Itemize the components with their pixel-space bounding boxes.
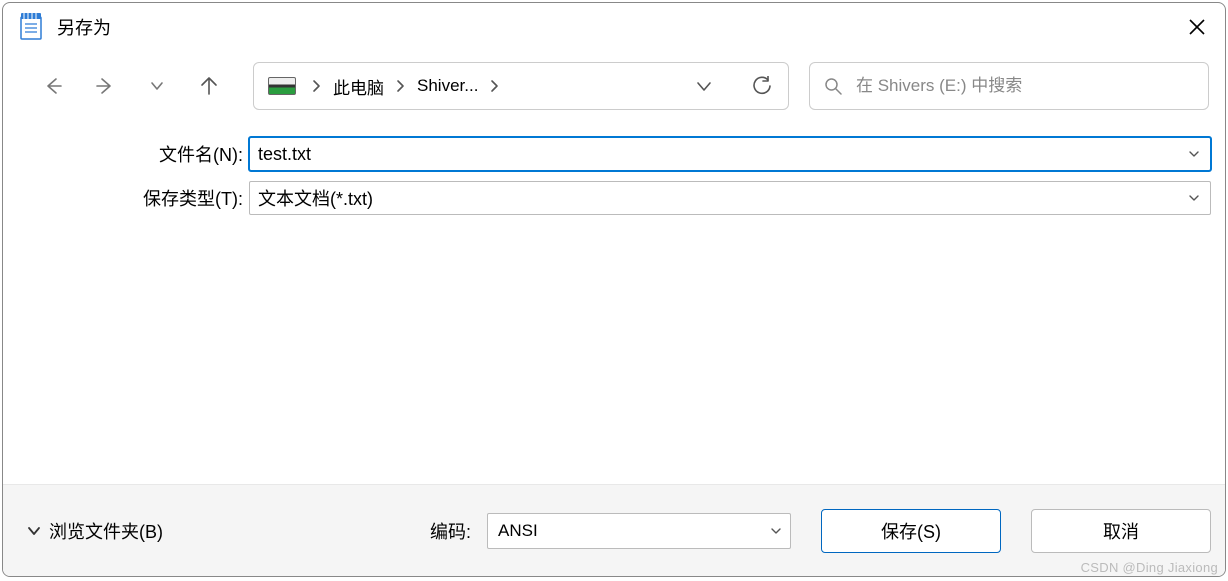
chevron-down-icon [770, 525, 782, 537]
arrow-right-icon [95, 76, 115, 96]
forward-button[interactable] [83, 68, 127, 104]
window-title: 另存为 [57, 14, 1169, 40]
breadcrumb-item[interactable]: 此电脑 [331, 72, 386, 101]
encoding-value: ANSI [498, 521, 770, 541]
breadcrumb[interactable]: 此电脑 Shiver... [253, 62, 789, 110]
search-box[interactable] [809, 62, 1209, 110]
chevron-down-icon [696, 79, 712, 93]
chevron-down-icon [150, 79, 164, 93]
drive-icon [268, 77, 296, 95]
chevron-down-icon[interactable] [1184, 148, 1204, 160]
breadcrumb-dropdown-button[interactable] [688, 73, 720, 99]
filetype-label: 保存类型(T): [17, 185, 249, 211]
filetype-row: 保存类型(T): 文本文档(*.txt) [17, 181, 1211, 215]
filename-row: 文件名(N): test.txt [17, 137, 1211, 171]
title-bar: 另存为 [3, 3, 1225, 51]
filetype-value: 文本文档(*.txt) [258, 185, 1184, 211]
arrow-left-icon [43, 76, 63, 96]
form-area: 文件名(N): test.txt 保存类型(T): 文本文档(*.txt) [3, 121, 1225, 225]
refresh-icon [752, 76, 772, 96]
chevron-right-icon [484, 79, 505, 93]
chevron-right-icon [306, 79, 327, 93]
browse-folders-label: 浏览文件夹(B) [49, 518, 163, 544]
encoding-label: 编码: [430, 518, 473, 544]
filename-label: 文件名(N): [17, 141, 249, 167]
save-as-dialog: 另存为 [2, 2, 1226, 577]
filename-value: test.txt [258, 144, 1184, 165]
encoding-select[interactable]: ANSI [487, 513, 791, 549]
nav-toolbar: 此电脑 Shiver... [3, 51, 1225, 121]
chevron-down-icon[interactable] [1184, 192, 1204, 204]
up-button[interactable] [187, 68, 231, 104]
refresh-button[interactable] [744, 70, 780, 102]
search-icon [824, 77, 842, 95]
content-spacer [3, 225, 1225, 484]
close-icon [1189, 19, 1205, 35]
recent-locations-button[interactable] [135, 68, 179, 104]
cancel-button[interactable]: 取消 [1031, 509, 1211, 553]
breadcrumb-item[interactable]: Shiver... [415, 74, 480, 98]
back-button[interactable] [31, 68, 75, 104]
save-button[interactable]: 保存(S) [821, 509, 1001, 553]
chevron-down-icon [27, 524, 41, 538]
footer-bar: 浏览文件夹(B) 编码: ANSI 保存(S) 取消 [3, 484, 1225, 576]
close-button[interactable] [1169, 3, 1225, 51]
arrow-up-icon [199, 76, 219, 96]
chevron-right-icon [390, 79, 411, 93]
browse-folders-toggle[interactable]: 浏览文件夹(B) [27, 518, 163, 544]
search-input[interactable] [856, 76, 1194, 96]
filename-input[interactable]: test.txt [249, 137, 1211, 171]
notepad-icon [19, 13, 43, 41]
watermark: CSDN @Ding Jiaxiong [1081, 560, 1218, 575]
filetype-select[interactable]: 文本文档(*.txt) [249, 181, 1211, 215]
